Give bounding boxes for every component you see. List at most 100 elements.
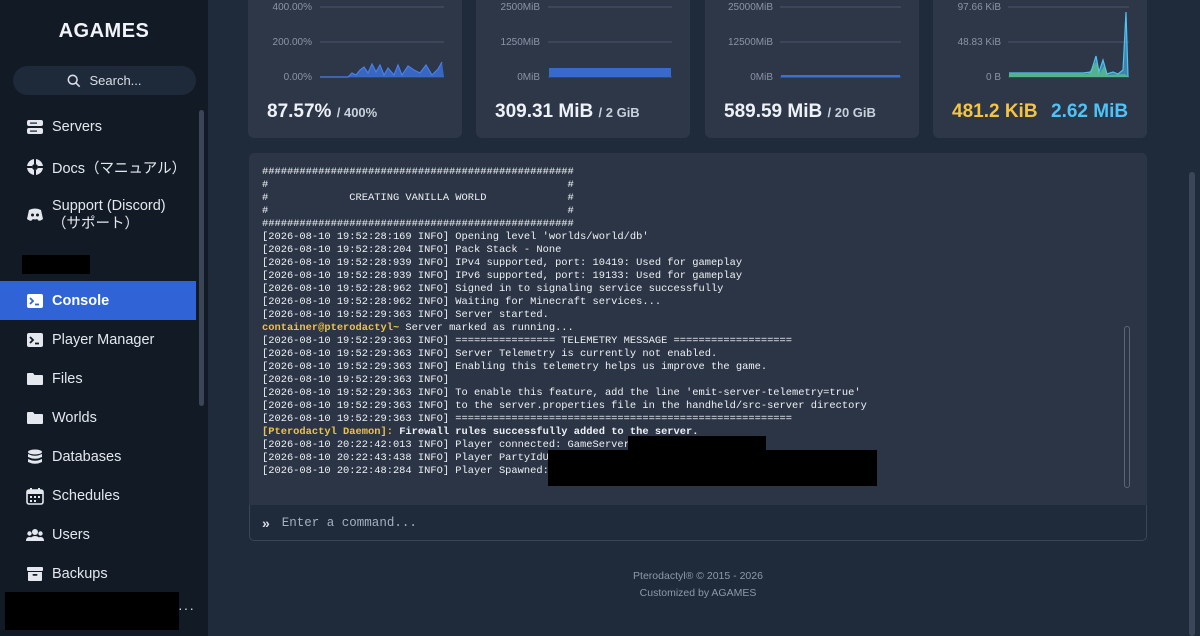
sidebar-item-label: Console <box>52 292 110 309</box>
sidebar-item-files[interactable]: Files <box>0 369 196 389</box>
footer: Pterodactyl® © 2015 - 2026 Customized by… <box>249 568 1147 602</box>
page-scrollbar[interactable] <box>1189 172 1195 636</box>
network-inbound: 481.2 KiB <box>952 101 1038 122</box>
console-line: [2026-08-10 19:52:29:363 INFO] Enabling … <box>262 361 1122 374</box>
memory-tick: 0MiB <box>517 72 540 83</box>
player-manager-icon <box>26 331 44 349</box>
network-tick: 97.66 KiB <box>958 2 1002 13</box>
console-line: [2026-08-10 19:52:28:169 INFO] Opening l… <box>262 231 1122 244</box>
sidebar-item-console[interactable]: Console <box>0 281 196 320</box>
console-text: [2026-08-10 19:52:29:363 INFO] =========… <box>262 335 793 347</box>
console-line: [2026-08-10 19:52:29:363 INFO] to the se… <box>262 400 1122 413</box>
disk-limit: / 20 GiB <box>827 105 876 120</box>
console-text: [2026-08-10 19:52:28:169 INFO] Opening l… <box>262 231 649 243</box>
console-line: ########################################… <box>262 218 1122 231</box>
console-line: [2026-08-10 19:52:28:204 INFO] Pack Stac… <box>262 244 1122 257</box>
memory-chart: 2500MiB 1250MiB 0MiB <box>501 2 672 83</box>
console-text: # # <box>262 179 574 191</box>
console-line: [2026-08-10 19:52:28:962 INFO] Signed in… <box>262 283 1122 296</box>
console-text: # # <box>262 205 574 217</box>
console-text: [2026-08-10 19:52:29:363 INFO] Enabling … <box>262 361 768 373</box>
console-text: [2026-08-10 19:52:29:363 INFO] =========… <box>262 413 793 425</box>
console-text: [2026-08-10 20:22:48:284 INFO] Player Sp… <box>262 465 574 477</box>
search-icon <box>68 74 81 87</box>
console-line: [2026-08-10 19:52:29:363 INFO] Server Te… <box>262 348 1122 361</box>
console-line: [2026-08-10 19:52:28:962 INFO] Waiting f… <box>262 296 1122 309</box>
sidebar-item-servers[interactable]: Servers <box>0 117 196 137</box>
memory-tick: 2500MiB <box>501 2 541 13</box>
folder-icon <box>26 370 44 388</box>
console-text: [2026-08-10 19:52:29:363 INFO] Server st… <box>262 309 549 321</box>
console-line: [2026-08-10 19:52:29:363 INFO] =========… <box>262 335 1122 348</box>
calendar-icon <box>26 487 44 505</box>
sidebar-item-label: Backups <box>52 566 108 582</box>
disk-tick: 12500MiB <box>728 37 773 48</box>
sidebar-item-label: Files <box>52 371 83 387</box>
console-scrollbar[interactable] <box>1124 326 1130 488</box>
redacted-block <box>22 255 90 274</box>
console-text: [2026-08-10 19:52:28:962 INFO] Signed in… <box>262 283 724 295</box>
sidebar-item-label: Servers <box>52 119 102 135</box>
network-outbound: 2.62 MiB <box>1051 101 1129 122</box>
cpu-tick: 0.00% <box>284 72 312 83</box>
command-input[interactable] <box>281 515 1082 530</box>
console-icon <box>26 292 44 310</box>
cpu-usage: 87.57% <box>267 101 332 122</box>
servers-icon <box>26 118 44 136</box>
console-text: Server marked as running... <box>399 322 574 334</box>
sidebar-item-label: Databases <box>52 449 122 465</box>
console-text: ########################################… <box>262 166 574 178</box>
console-text: # CREATING VANILLA WORLD # <box>262 192 574 204</box>
sidebar-item-worlds[interactable]: Worlds <box>0 408 196 428</box>
footer-copyright: Pterodactyl® © 2015 - 2026 <box>633 570 763 582</box>
sidebar-item-support[interactable]: Support (Discord) （サポート） <box>0 196 196 234</box>
sidebar-item-label: Player Manager <box>52 332 155 348</box>
cpu-chart: 400.00% 200.00% 0.00% <box>273 2 444 83</box>
more-options-icon[interactable]: ··· <box>178 600 195 616</box>
network-tick: 48.83 KiB <box>958 37 1002 48</box>
cpu-limit: / 400% <box>336 105 378 120</box>
sidebar-item-schedules[interactable]: Schedules <box>0 486 196 506</box>
command-bar: » <box>249 505 1147 541</box>
sidebar-item-label: Support (Discord) <box>52 198 166 214</box>
sidebar-item-label: Worlds <box>52 410 97 426</box>
memory-card: 2500MiB 1250MiB 0MiB 309.31 MiB / 2 GiB <box>476 0 690 138</box>
console-line: [2026-08-10 19:52:28:939 INFO] IPv4 supp… <box>262 257 1122 270</box>
disk-chart: 25000MiB 12500MiB 0MiB <box>728 2 901 83</box>
console-text: [2026-08-10 19:52:29:363 INFO] Server Te… <box>262 348 718 360</box>
sidebar-scrollbar[interactable] <box>199 110 204 406</box>
sidebar-item-databases[interactable]: Databases <box>0 447 196 467</box>
console-line: [2026-08-10 19:52:29:363 INFO] =========… <box>262 413 1122 426</box>
console-text: [2026-08-10 19:52:28:939 INFO] IPv6 supp… <box>262 270 743 282</box>
console-line: # CREATING VANILLA WORLD # <box>262 192 1122 205</box>
console-text: [2026-08-10 20:22:43:438 INFO] Player Pa… <box>262 452 574 464</box>
disk-usage: 589.59 MiB <box>724 101 823 122</box>
sidebar-item-backups[interactable]: Backups <box>0 564 196 584</box>
console-prefix: container@pterodactyl~ <box>262 322 400 334</box>
console-line: [2026-08-10 19:52:29:363 INFO] Server st… <box>262 309 1122 322</box>
chevron-right-icon: » <box>262 514 270 531</box>
footer-customized: Customized by AGAMES <box>639 587 757 599</box>
sidebar-item-player-manager[interactable]: Player Manager <box>0 330 196 350</box>
search-button[interactable]: Search... <box>13 66 196 95</box>
folder-icon <box>26 409 44 427</box>
disk-tick: 25000MiB <box>728 2 773 13</box>
console-line: ########################################… <box>262 166 1122 179</box>
cpu-tick: 400.00% <box>273 2 313 13</box>
users-icon <box>26 526 44 544</box>
console-text: [2026-08-10 19:52:28:939 INFO] IPv4 supp… <box>262 257 743 269</box>
memory-usage: 309.31 MiB <box>495 101 594 122</box>
console-line: [2026-08-10 19:52:29:363 INFO] <box>262 374 1122 387</box>
sidebar-item-label: Schedules <box>52 488 120 504</box>
sidebar-item-users[interactable]: Users <box>0 525 196 545</box>
network-card: 97.66 KiB 48.83 KiB 0 B 481.2 KiB 2.62 M… <box>933 0 1147 138</box>
network-tick: 0 B <box>986 72 1001 83</box>
disk-value: 589.59 MiB / 20 GiB <box>724 101 876 123</box>
console-line: [2026-08-10 19:52:28:939 INFO] IPv6 supp… <box>262 270 1122 283</box>
sidebar-item-docs[interactable]: Docs（マニュアル） <box>0 157 196 177</box>
database-icon <box>26 448 44 466</box>
memory-limit: / 2 GiB <box>598 105 640 120</box>
console-text: [2026-08-10 19:52:29:363 INFO] to the se… <box>262 400 867 412</box>
network-chart: 97.66 KiB 48.83 KiB 0 B <box>958 2 1129 83</box>
console-text: [2026-08-10 19:52:28:204 INFO] Pack Stac… <box>262 244 562 256</box>
